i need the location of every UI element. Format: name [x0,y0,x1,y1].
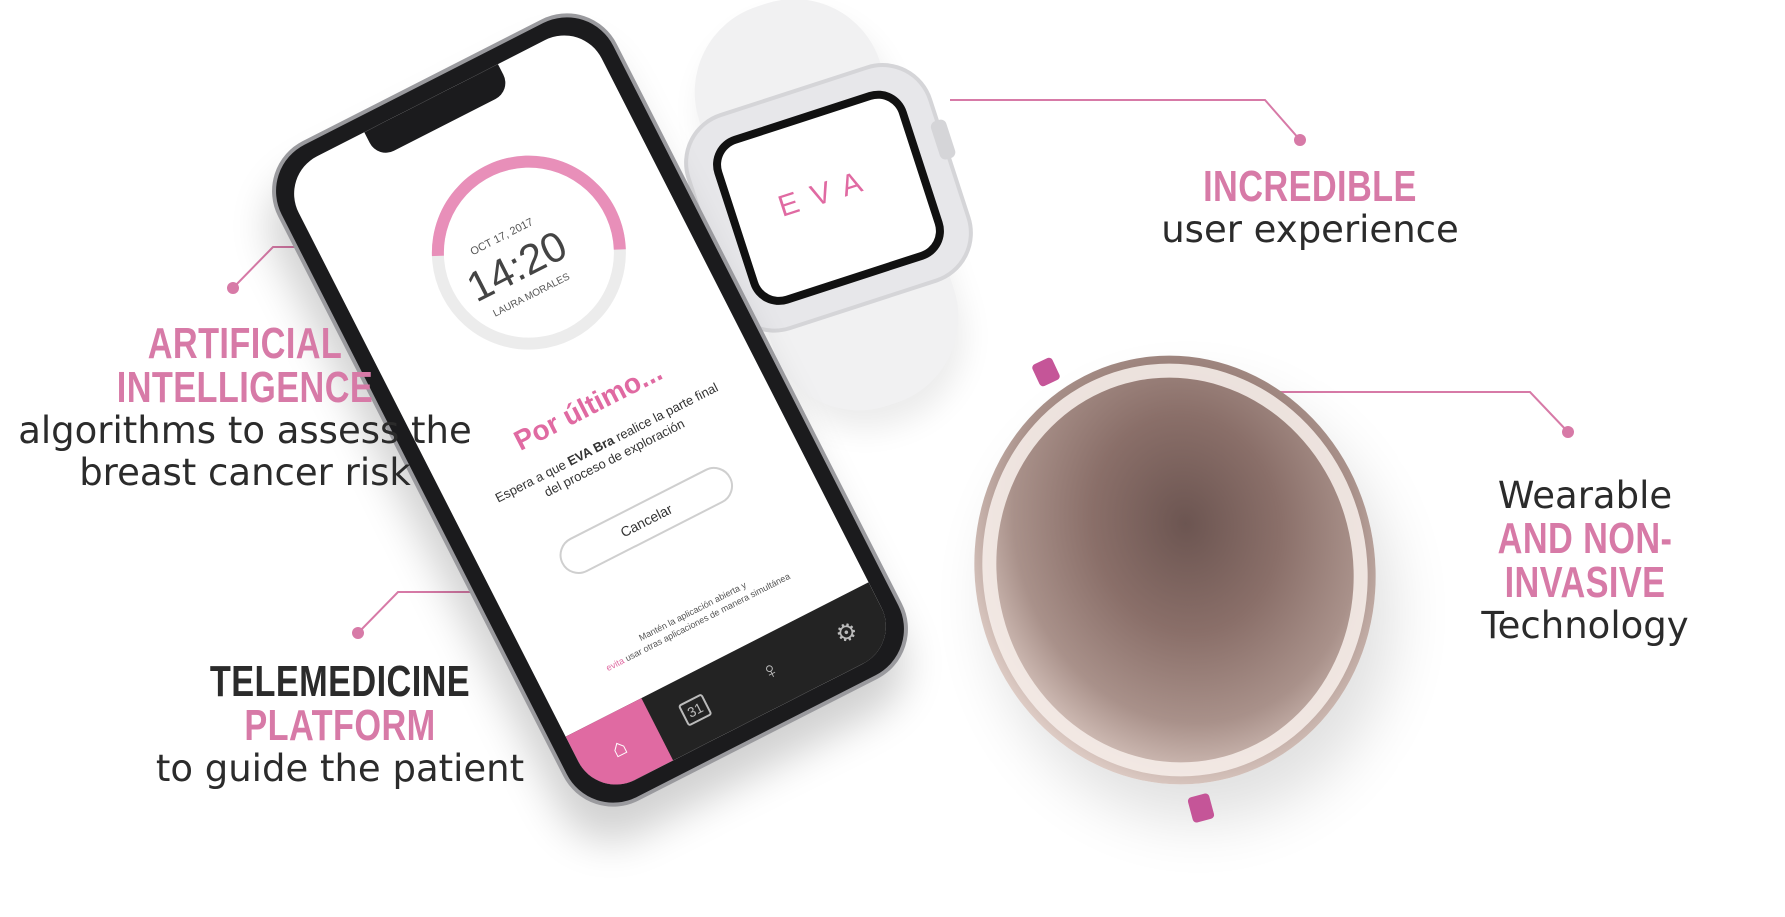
ux-callout: INCREDIBLE user experience [1120,165,1500,251]
ux-sub: user experience [1161,208,1459,251]
telemedicine-heading-dark: TELEMEDICINE [209,657,471,706]
eva-logo: EVA [774,161,880,224]
bra-icon: ♀ [756,654,785,688]
wearable-line1: Wearable [1497,474,1673,517]
home-icon: ⌂ [606,732,632,764]
wearable-callout-dot [1562,426,1574,438]
ai-sub-line2: breast cancer risk [79,451,411,494]
ux-heading: INCREDIBLE [1203,162,1417,211]
ai-callout-dot [227,282,239,294]
telemedicine-sub: to guide the patient [155,747,525,790]
product-showcase: EVA OCT 17, 2017 14:20 LAURA MORALES Por… [0,0,1785,917]
watch-screen: EVA [705,82,952,313]
ux-callout-dot [1294,134,1306,146]
telemedicine-heading-pink: PLATFORM [244,701,436,750]
ai-sub-line1: algorithms to assess the [18,409,472,452]
ux-callout-line [950,99,1301,141]
watch-face: EVA [715,92,942,303]
telemedicine-callout: TELEMEDICINE PLATFORM to guide the patie… [120,660,560,790]
wearable-line3: Technology [1481,604,1689,647]
ai-callout: ARTIFICIAL INTELLIGENCE algorithms to as… [0,322,490,494]
telemedicine-heading: TELEMEDICINE PLATFORM [168,660,511,748]
telemedicine-callout-dot [352,627,364,639]
wearable-callout: Wearable AND NON-INVASIVE Technology [1400,475,1770,647]
calendar-icon: 31 [677,693,713,727]
ai-heading: ARTIFICIAL INTELLIGENCE [116,319,374,412]
gear-icon: ⚙ [830,615,863,650]
wearable-heading: AND NON-INVASIVE [1497,514,1673,607]
